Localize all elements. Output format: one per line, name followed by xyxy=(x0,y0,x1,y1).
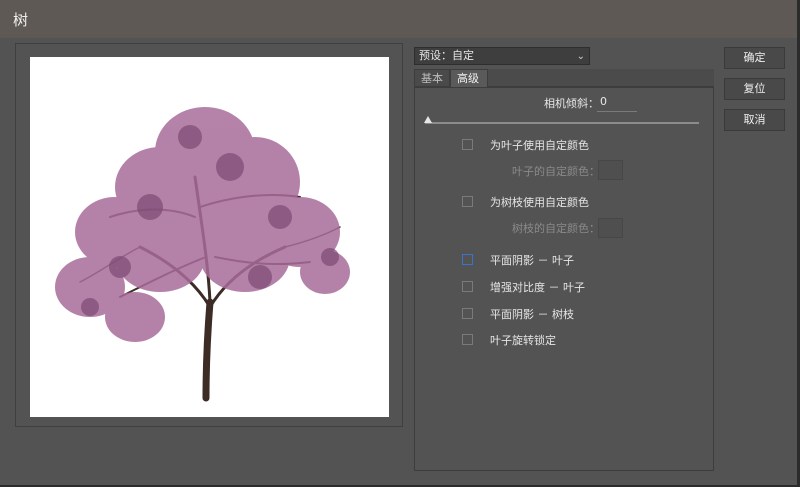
cancel-button[interactable]: 取消 xyxy=(724,109,785,131)
branch-color-swatch[interactable] xyxy=(598,218,623,238)
leaf-custom-color-label: 为叶子使用自定颜色 xyxy=(490,139,589,152)
leaf-color-swatch[interactable] xyxy=(598,160,623,180)
tab-advanced[interactable]: 高级 xyxy=(450,69,488,87)
branch-custom-color-checkbox[interactable] xyxy=(462,196,473,207)
tilt-input[interactable]: 0 xyxy=(600,95,607,108)
tab-basic[interactable]: 基本 xyxy=(414,69,450,87)
contrast-leaves-checkbox[interactable] xyxy=(462,281,473,292)
title-bar: 树 xyxy=(0,0,797,38)
flat-shading-branches-checkbox[interactable] xyxy=(462,308,473,319)
ok-button[interactable]: 确定 xyxy=(724,47,785,69)
leaf-rotation-lock-label: 叶子旋转锁定 xyxy=(490,334,556,347)
leaf-rotation-lock-checkbox[interactable] xyxy=(462,334,473,345)
tree-preview[interactable] xyxy=(30,57,389,417)
branch-color-label: 树枝的自定颜色： xyxy=(512,222,600,235)
leaf-custom-color-checkbox[interactable] xyxy=(462,139,473,150)
dialog-title: 树 xyxy=(13,11,29,29)
preset-select[interactable]: 预设：自定 ⌄ xyxy=(414,47,590,65)
tab-strip xyxy=(488,69,714,87)
tree-image xyxy=(55,107,350,402)
leaf-color-label: 叶子的自定颜色： xyxy=(512,165,600,178)
reset-button[interactable]: 复位 xyxy=(724,78,785,100)
tilt-slider-thumb[interactable] xyxy=(424,116,432,123)
flat-shading-leaves-checkbox[interactable] xyxy=(462,254,473,265)
flat-shading-leaves-label: 平面阴影 － 叶子 xyxy=(490,254,574,267)
tilt-input-underline xyxy=(597,111,637,112)
tilt-label: 相机倾斜： xyxy=(544,97,599,110)
contrast-leaves-label: 增强对比度 － 叶子 xyxy=(490,281,585,294)
tree-dialog: 树 预设：自定 ⌄ 基本 高级 相机倾斜： 0 为叶子使用自定颜色 叶子的自定颜… xyxy=(0,0,797,485)
preset-value: 预设：自定 xyxy=(419,49,474,62)
chevron-down-icon: ⌄ xyxy=(576,51,585,62)
flat-shading-branches-label: 平面阴影 － 树枝 xyxy=(490,308,574,321)
branch-custom-color-label: 为树枝使用自定颜色 xyxy=(490,196,589,209)
tilt-slider[interactable] xyxy=(425,122,699,124)
